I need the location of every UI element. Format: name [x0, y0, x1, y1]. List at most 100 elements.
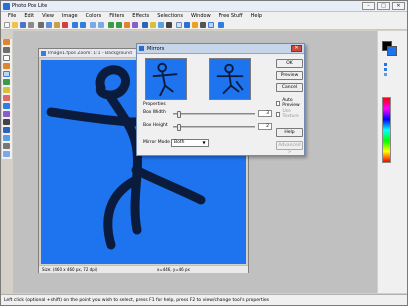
document-status: Size: (460 x 460 px, 72 dpi) x=446, y=46… [39, 265, 248, 273]
menu-free-stuff[interactable]: Free Stuff [215, 12, 247, 21]
help-button[interactable]: Help [276, 128, 303, 137]
move-tool-icon[interactable] [3, 47, 10, 53]
new-file-icon[interactable] [4, 22, 10, 28]
swatch-row-3[interactable] [384, 73, 387, 76]
properties-label: Properties [143, 102, 166, 107]
dialog-titlebar: Mirrors ✕ [137, 44, 304, 54]
box-height-thumb[interactable] [177, 124, 181, 131]
crop-icon[interactable] [108, 22, 114, 28]
fill-tool-icon[interactable] [3, 103, 10, 109]
color-palette[interactable] [382, 97, 391, 163]
pointer-tool-icon[interactable] [3, 39, 10, 45]
box-width-thumb[interactable] [177, 111, 181, 118]
layers-icon[interactable] [142, 22, 148, 28]
auto-preview-label: Auto Preview [282, 98, 300, 108]
mirrors-dialog: Mirrors ✕ Properties Box Width 3 Box Hei… [136, 43, 305, 156]
open-folder-icon[interactable] [12, 22, 18, 28]
gradient-tool-icon[interactable] [3, 111, 10, 117]
menu-edit[interactable]: Edit [20, 12, 38, 21]
selection-icon[interactable] [176, 22, 182, 28]
pencil-tool-icon[interactable] [3, 87, 10, 93]
clone-tool-icon[interactable] [3, 135, 10, 141]
swatch-row-1[interactable] [384, 63, 387, 66]
mirror-mode-value: Both [174, 140, 185, 145]
menu-image[interactable]: Image [58, 12, 82, 21]
flip-icon[interactable] [124, 22, 130, 28]
paste-icon[interactable] [54, 22, 60, 28]
app-window: Photo Pos Lite – □ ✕ File Edit View Imag… [0, 0, 408, 306]
menu-effects[interactable]: Effects [128, 12, 153, 21]
box-width-label: Box Width [143, 110, 166, 115]
swatch-row-2[interactable] [384, 68, 387, 71]
dialog-icon [139, 46, 144, 51]
image-size: Size: (460 x 460 px, 72 dpi) [42, 267, 98, 272]
delete-icon[interactable] [62, 22, 68, 28]
box-width-spinner[interactable]: 3 [258, 110, 272, 117]
minimize-button[interactable]: – [362, 2, 375, 10]
ok-button[interactable]: OK [276, 59, 303, 68]
menu-help[interactable]: Help [247, 12, 266, 21]
menu-window[interactable]: Window [187, 12, 215, 21]
dialog-close-button[interactable]: ✕ [291, 45, 302, 52]
use-texture-box[interactable] [276, 111, 281, 117]
toolbox [2, 39, 12, 159]
shape-tool-icon[interactable] [3, 127, 10, 133]
copy-icon[interactable] [46, 22, 52, 28]
auto-preview-checkbox[interactable]: Auto Preview [276, 98, 304, 108]
undo-icon[interactable] [72, 22, 78, 28]
advanced-button[interactable]: Advanced > [276, 141, 303, 155]
document-icon [41, 51, 46, 56]
use-texture-label: Use Texture [282, 109, 299, 119]
zoom-tool-icon[interactable] [3, 151, 10, 157]
active-tool-icon[interactable] [208, 22, 214, 28]
menu-selections[interactable]: Selections [153, 12, 187, 21]
color-adjust-icon[interactable] [184, 22, 190, 28]
zoom-in-icon[interactable] [90, 22, 96, 28]
window-controls: – □ ✕ [362, 2, 405, 10]
eyedropper-tool-icon[interactable] [3, 143, 10, 149]
resize-icon[interactable] [132, 22, 138, 28]
magic-wand-tool-icon[interactable] [3, 71, 10, 77]
zoom-out-icon[interactable] [98, 22, 104, 28]
original-preview [145, 58, 187, 100]
box-width-slider[interactable] [173, 111, 255, 118]
save-icon[interactable] [20, 22, 26, 28]
cancel-button[interactable]: Cancel [276, 83, 303, 92]
text-tool-icon[interactable] [3, 119, 10, 125]
cursor-position: x=446, y=46 px [157, 267, 190, 272]
box-height-slider[interactable] [173, 124, 255, 131]
maximize-button[interactable]: □ [377, 2, 390, 10]
filters-icon[interactable] [158, 22, 164, 28]
mirror-mode-select[interactable]: Both ▼ [171, 139, 209, 147]
preview-button[interactable]: Preview [276, 71, 303, 80]
cut-icon[interactable] [38, 22, 44, 28]
effects-icon[interactable] [150, 22, 156, 28]
menu-filters[interactable]: Filters [105, 12, 128, 21]
use-texture-checkbox[interactable]: Use Texture [276, 109, 304, 119]
box-height-spinner[interactable]: 2 [258, 123, 272, 130]
mirrored-preview [209, 58, 251, 100]
menu-view[interactable]: View [38, 12, 58, 21]
redo-icon[interactable] [80, 22, 86, 28]
box-height-label: Box Height [143, 123, 168, 128]
menu-bar: File Edit View Image Colors Filters Effe… [1, 12, 407, 21]
lasso-tool-icon[interactable] [3, 63, 10, 69]
background-color-swatch[interactable] [387, 46, 397, 56]
app-icon [3, 3, 10, 10]
text-icon[interactable] [166, 22, 172, 28]
print-icon[interactable] [28, 22, 34, 28]
brush-tool-icon[interactable] [3, 79, 10, 85]
app-title: Photo Pos Lite [12, 3, 48, 9]
menu-file[interactable]: File [4, 12, 20, 21]
help-toolbar-icon[interactable] [218, 22, 224, 28]
close-button[interactable]: ✕ [392, 2, 405, 10]
menu-colors[interactable]: Colors [82, 12, 106, 21]
dialog-title: Mirrors [147, 46, 165, 52]
eraser-tool-icon[interactable] [3, 95, 10, 101]
rotate-icon[interactable] [116, 22, 122, 28]
select-rect-tool-icon[interactable] [3, 55, 10, 61]
contrast-icon[interactable] [200, 22, 206, 28]
title-bar: Photo Pos Lite – □ ✕ [1, 1, 407, 12]
auto-preview-box[interactable] [276, 100, 281, 106]
brightness-icon[interactable] [192, 22, 198, 28]
